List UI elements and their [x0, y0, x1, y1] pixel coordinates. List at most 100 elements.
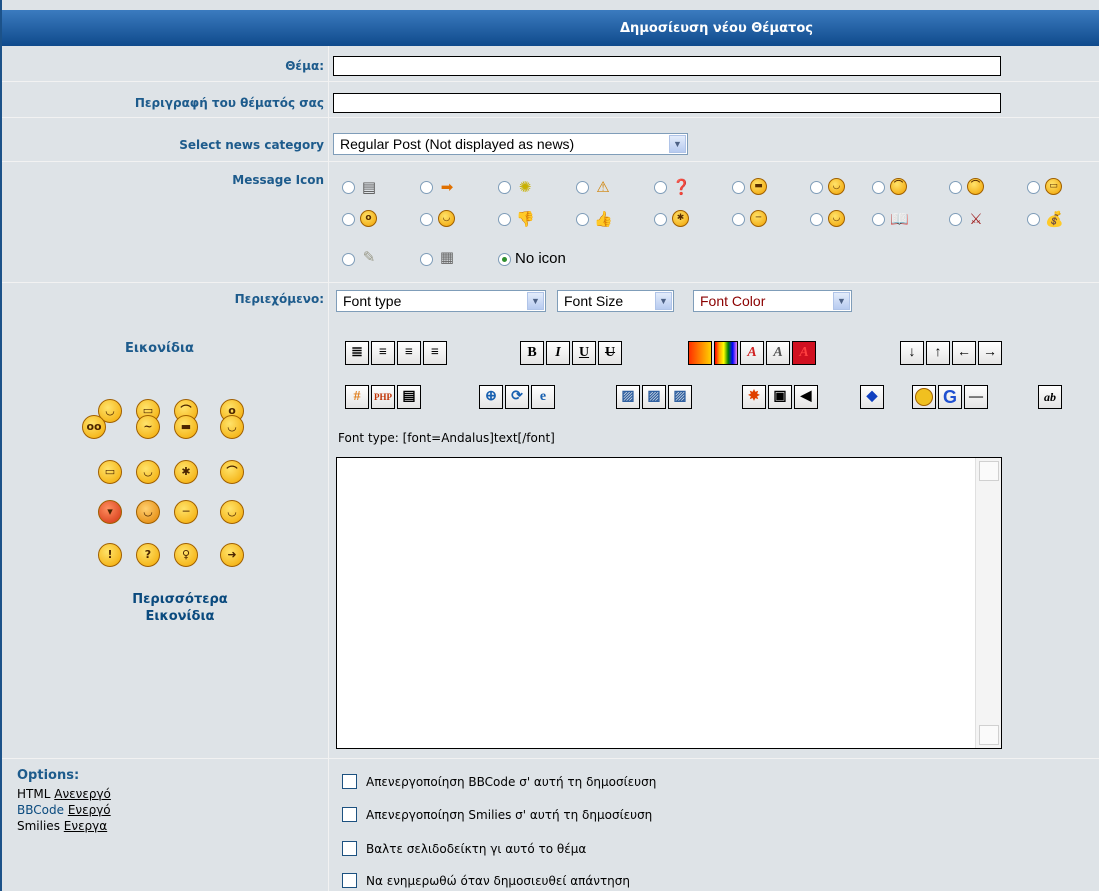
message-textarea[interactable] — [336, 457, 1002, 749]
font-color-select[interactable]: Font Color ▼ — [693, 290, 852, 312]
icon-radio[interactable] — [810, 181, 823, 194]
arrow-up-icon[interactable]: ↑ — [926, 341, 950, 365]
bookmark-topic-checkbox[interactable] — [342, 841, 357, 856]
font-type-select[interactable]: Font type ▼ — [336, 290, 546, 312]
sound-icon[interactable]: ◀ — [794, 385, 818, 409]
font-size-select[interactable]: Font Size ▼ — [557, 290, 674, 312]
icon-radio[interactable] — [498, 213, 511, 226]
cool-smiley-icon[interactable]: ▬ — [174, 415, 198, 439]
icon-radio[interactable] — [1027, 181, 1040, 194]
icon-radio[interactable] — [1027, 213, 1040, 226]
icon-radio[interactable] — [732, 213, 745, 226]
image-right-icon[interactable]: ▨ — [668, 385, 692, 409]
eyes-smiley-icon[interactable]: oo — [82, 415, 106, 439]
twisted-smiley-icon[interactable]: ◡ — [136, 500, 160, 524]
highlight-text-icon[interactable]: A — [792, 341, 816, 365]
align-right-icon[interactable]: ≡ — [371, 341, 395, 365]
icon-radio[interactable] — [654, 181, 667, 194]
flash-icon[interactable]: ✸ — [742, 385, 766, 409]
icon-radio[interactable] — [420, 213, 433, 226]
align-center-icon[interactable]: ≡ — [397, 341, 421, 365]
refresh-link-icon[interactable]: ⟳ — [505, 385, 529, 409]
no-icon-radio[interactable] — [498, 253, 511, 266]
font-color-value: Font Color — [700, 293, 766, 309]
icon-radio[interactable] — [342, 213, 355, 226]
icon-radio[interactable] — [420, 181, 433, 194]
question-smiley-icon[interactable]: ? — [136, 543, 160, 567]
shy-smiley-icon[interactable]: ✱ — [174, 460, 198, 484]
align-left-icon[interactable]: ≡ — [423, 341, 447, 365]
icon-radio[interactable] — [420, 253, 433, 266]
bold-icon[interactable]: B — [520, 341, 544, 365]
wink-smiley-icon[interactable]: ◡ — [220, 500, 244, 524]
subject-input[interactable] — [333, 56, 1001, 76]
cry-smiley-icon[interactable]: ⌒ — [220, 460, 244, 484]
tongue-smiley-icon[interactable]: ◡ — [220, 415, 244, 439]
wink-face-icon: ◡ — [438, 210, 455, 227]
icon-radio[interactable] — [576, 181, 589, 194]
arrow-right-icon[interactable]: → — [978, 341, 1002, 365]
notify-reply-checkbox[interactable] — [342, 873, 357, 888]
icon-radio[interactable] — [810, 213, 823, 226]
font-size-value: Font Size — [564, 293, 624, 309]
icon-radio[interactable] — [342, 181, 355, 194]
rolleyes-smiley-icon[interactable]: ─ — [174, 500, 198, 524]
idea-smiley-icon[interactable]: ♀ — [174, 543, 198, 567]
align-justify-icon[interactable]: ≣ — [345, 341, 369, 365]
icon-radio[interactable] — [872, 213, 885, 226]
post-form: Δημοσίευση νέου Θέματος Θέμα: Περιγραφή … — [0, 0, 1099, 891]
category-select[interactable]: Regular Post (Not displayed as news) ▼ — [333, 133, 688, 155]
description-label: Περιγραφή του θέματός σας — [134, 96, 324, 110]
grid-icon: ▦ — [439, 248, 455, 266]
gradient-icon[interactable] — [688, 341, 712, 365]
ie-icon[interactable]: e — [531, 385, 555, 409]
text-style-icon[interactable]: ab — [1038, 385, 1062, 409]
bbcode-state-link[interactable]: Ενεργό — [68, 803, 111, 817]
razz-smiley-icon[interactable]: ◡ — [136, 460, 160, 484]
italic-icon[interactable]: I — [546, 341, 570, 365]
google-icon[interactable]: G — [938, 385, 962, 409]
icon-radio[interactable] — [654, 213, 667, 226]
image-left-icon[interactable]: ▨ — [642, 385, 666, 409]
smilies-state-link[interactable]: Ενεργα — [64, 819, 107, 833]
scroll-up-button[interactable] — [979, 461, 999, 481]
underline-icon[interactable]: U — [572, 341, 596, 365]
arrow-left-icon[interactable]: ← — [952, 341, 976, 365]
code-icon[interactable]: ▤ — [397, 385, 421, 409]
icon-radio[interactable] — [872, 181, 885, 194]
icon-radio[interactable] — [949, 181, 962, 194]
textarea-scrollbar[interactable] — [975, 458, 1001, 748]
stream-icon[interactable]: ◆ — [860, 385, 884, 409]
hash-icon[interactable]: # — [345, 385, 369, 409]
more-smilies-link[interactable]: Περισσότερα Εικονίδια — [130, 591, 230, 625]
row-divider — [2, 117, 1099, 118]
html-label: HTML — [17, 787, 51, 801]
glow-text-icon[interactable]: A — [766, 341, 790, 365]
html-state-link[interactable]: Ανενεργό — [54, 787, 111, 801]
disable-bbcode-checkbox[interactable] — [342, 774, 357, 789]
image-icon[interactable]: ▨ — [616, 385, 640, 409]
confused-smiley-icon[interactable]: ~ — [136, 415, 160, 439]
scroll-down-button[interactable] — [979, 725, 999, 745]
description-input[interactable] — [333, 93, 1001, 113]
disable-smilies-checkbox[interactable] — [342, 807, 357, 822]
evil-smiley-icon[interactable]: ▾ — [98, 500, 122, 524]
icon-radio[interactable] — [342, 253, 355, 266]
strikethrough-icon[interactable]: U — [598, 341, 622, 365]
arrow-smiley-icon[interactable]: ➜ — [220, 543, 244, 567]
arrow-down-icon[interactable]: ↓ — [900, 341, 924, 365]
web-link-icon[interactable]: ⊕ — [479, 385, 503, 409]
video-icon[interactable]: ▣ — [768, 385, 792, 409]
mad-smiley-icon[interactable]: ▭ — [98, 460, 122, 484]
exclamation-smiley-icon[interactable]: ! — [98, 543, 122, 567]
icon-radio[interactable] — [576, 213, 589, 226]
icon-radio[interactable] — [732, 181, 745, 194]
icon-radio[interactable] — [498, 181, 511, 194]
rainbow-icon[interactable] — [714, 341, 738, 365]
php-icon[interactable]: PHP — [371, 385, 395, 409]
icon-radio[interactable] — [949, 213, 962, 226]
horizontal-rule-icon[interactable]: — — [964, 385, 988, 409]
smiley-icon[interactable] — [912, 385, 936, 409]
shadow-text-icon[interactable]: A — [740, 341, 764, 365]
bbcode-label-link[interactable]: BBCode — [17, 803, 64, 817]
